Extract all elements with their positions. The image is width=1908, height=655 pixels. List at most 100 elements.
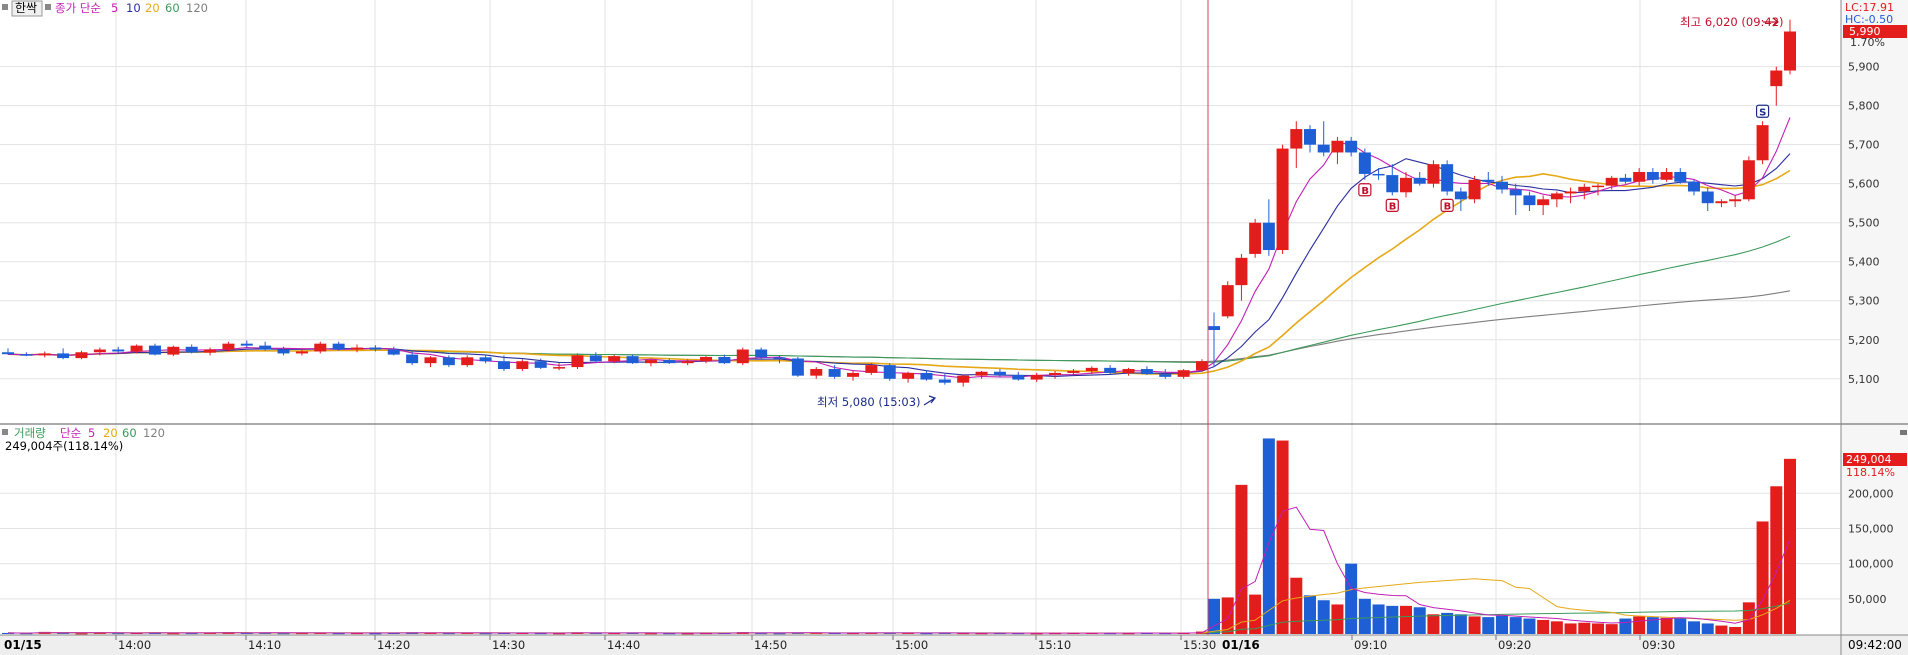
candle-body[interactable] [1413,177,1426,184]
candle-body[interactable] [1592,185,1604,188]
volume-bar[interactable] [1386,605,1399,634]
volume-bar[interactable] [1564,623,1577,634]
volume-bar[interactable] [1605,624,1618,634]
volume-bar[interactable] [1290,577,1303,634]
candle-body[interactable] [1249,222,1262,254]
candle-body[interactable] [736,349,749,364]
volume-bar[interactable] [1496,615,1508,634]
candle-body[interactable] [1578,186,1591,192]
candle-body[interactable] [1122,369,1135,373]
candle-body[interactable] [1290,129,1303,149]
volume-bar[interactable] [1660,617,1673,634]
candle-body[interactable] [424,357,437,364]
candle-body[interactable] [1030,374,1043,380]
candle-body[interactable] [185,346,198,353]
volume-bar[interactable] [1509,617,1522,634]
candle-body[interactable] [1386,175,1399,193]
candle-body[interactable] [369,347,382,350]
candle-body[interactable] [406,354,419,364]
candle-body[interactable] [681,361,694,364]
candle-body[interactable] [920,372,933,380]
candle-body[interactable] [222,343,235,350]
candle-body[interactable] [1177,370,1190,377]
candle-body[interactable] [1496,181,1508,190]
vol-ma5-legend[interactable]: 5 [88,426,95,440]
volume-bar[interactable] [1784,458,1796,634]
candle-body[interactable] [75,352,88,359]
candle-body[interactable] [571,355,584,368]
candle-body[interactable] [1400,177,1412,193]
volume-bar[interactable] [1688,621,1700,634]
candle-body[interactable] [516,361,529,370]
volume-bar[interactable] [1578,622,1591,634]
volume-bar[interactable] [1454,614,1467,634]
volume-bar[interactable] [1550,621,1563,634]
candle-body[interactable] [38,353,51,356]
ma-legend-toggle-icon[interactable] [45,4,51,10]
candle-body[interactable] [1358,152,1371,174]
candle-body[interactable] [442,357,455,366]
candle-body[interactable] [1067,370,1080,373]
volume-bar[interactable] [1345,563,1358,634]
candle-body[interactable] [663,360,676,364]
candle-body[interactable] [1550,193,1563,200]
ma10-legend[interactable]: 10 [126,1,141,15]
volume-bar[interactable] [1317,600,1330,634]
candle-body[interactable] [534,361,547,368]
candle-body[interactable] [718,356,731,364]
candle-body[interactable] [1537,199,1550,206]
volume-bar[interactable] [1633,616,1646,634]
volume-bar[interactable] [1701,623,1714,634]
candle-body[interactable] [295,351,308,354]
candle-body[interactable] [2,352,14,355]
candle-body[interactable] [1196,361,1208,371]
ma120-legend[interactable]: 120 [186,1,208,15]
volume-bar[interactable] [1729,626,1742,634]
candle-body[interactable] [479,357,492,362]
candle-body[interactable] [1633,171,1646,182]
candle-body[interactable] [1756,125,1769,161]
volume-bar[interactable] [1537,619,1550,634]
candle-body[interactable] [1208,326,1220,331]
candle-body[interactable] [461,357,474,366]
candle-body[interactable] [828,369,841,377]
volume-bar[interactable] [1304,595,1316,634]
candle-body[interactable] [1372,173,1385,176]
volume-bar[interactable] [1276,440,1289,634]
candle-body[interactable] [1012,374,1025,380]
candle-body[interactable] [957,375,970,383]
candle-body[interactable] [810,369,823,376]
volume-bar[interactable] [1221,597,1234,634]
volume-bar[interactable] [1523,618,1536,634]
candle-body[interactable] [1276,148,1289,251]
candle-body[interactable] [1235,257,1248,286]
volume-bar[interactable] [1413,607,1426,634]
candle-body[interactable] [1701,191,1714,204]
volume-bar[interactable] [1715,625,1728,634]
candle-body[interactable] [1262,222,1275,251]
candle-body[interactable] [975,371,988,376]
candle-body[interactable] [1345,140,1358,153]
candle-body[interactable] [1331,140,1344,153]
candle-body[interactable] [1427,164,1440,184]
candle-body[interactable] [773,357,786,359]
candle-body[interactable] [553,367,566,369]
volume-bar[interactable] [1592,623,1604,634]
candle-body[interactable] [902,372,915,379]
candle-body[interactable] [626,356,639,364]
candle-body[interactable] [644,360,657,364]
candle-body[interactable] [1784,31,1796,71]
candle-body[interactable] [883,365,896,379]
candle-body[interactable] [1468,179,1481,200]
candle-body[interactable] [332,343,345,350]
candle-body[interactable] [1619,177,1632,182]
candle-body[interactable] [1085,367,1098,371]
candle-body[interactable] [497,361,510,370]
candle-body[interactable] [1159,374,1172,377]
candle-body[interactable] [1304,129,1316,145]
candle-body[interactable] [1049,372,1062,375]
candle-body[interactable] [1715,201,1728,204]
candle-body[interactable] [608,356,621,362]
candle-body[interactable] [865,365,878,373]
candle-body[interactable] [846,372,859,377]
